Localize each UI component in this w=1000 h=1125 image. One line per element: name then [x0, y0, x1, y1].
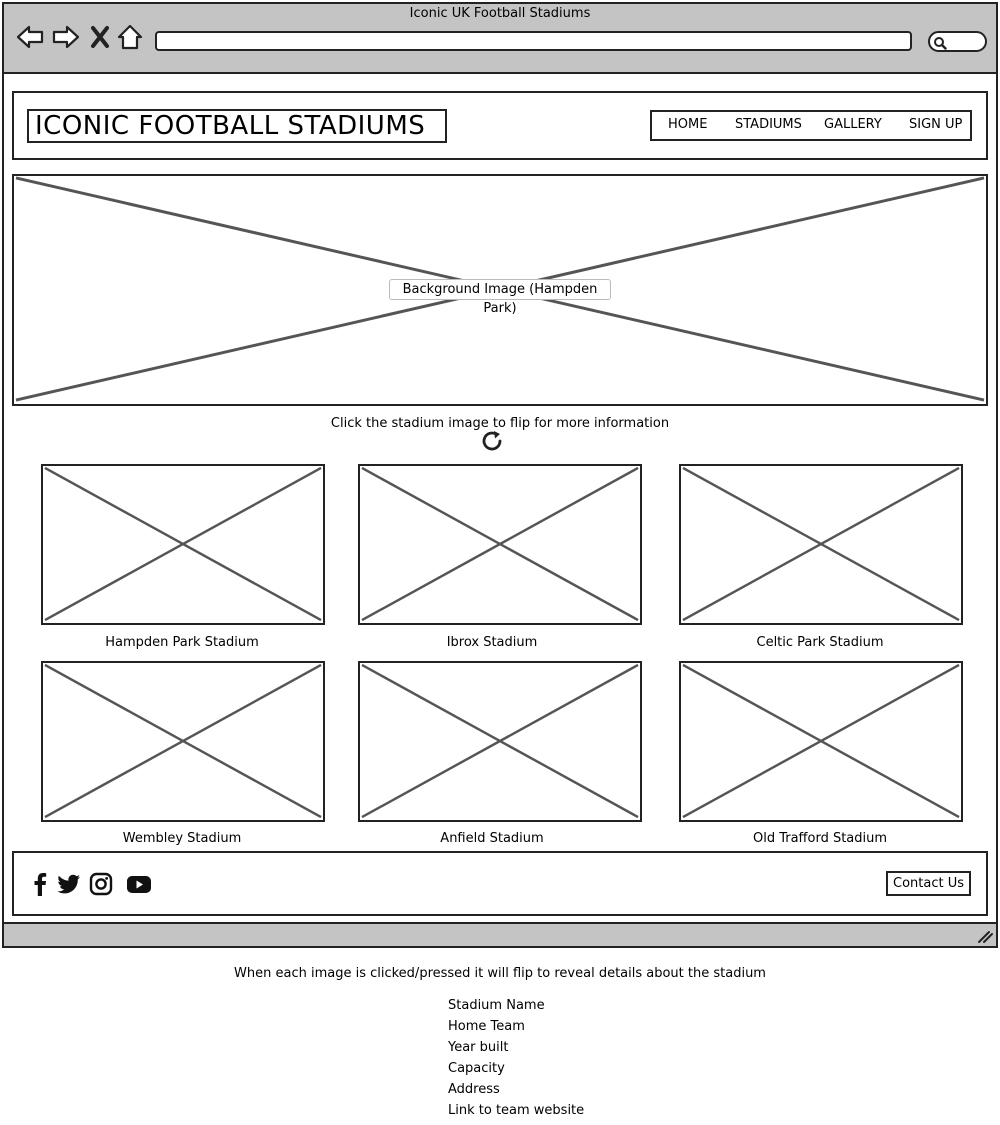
stadium-card-ibrox[interactable]: [358, 464, 642, 625]
youtube-icon[interactable]: [125, 871, 153, 897]
nav-sign-up[interactable]: SIGN UP: [909, 117, 962, 132]
nav-home[interactable]: HOME: [668, 117, 707, 132]
stadium-card-old-trafford[interactable]: [679, 661, 963, 822]
resize-grip-icon[interactable]: [976, 928, 994, 944]
detail-item: Link to team website: [448, 1103, 585, 1118]
nav-gallery[interactable]: GALLERY: [824, 117, 882, 132]
address-bar[interactable]: [155, 31, 912, 51]
facebook-icon[interactable]: [27, 871, 53, 897]
stadium-card-anfield[interactable]: [358, 661, 642, 822]
home-icon[interactable]: [115, 22, 145, 52]
browser-search-box[interactable]: [928, 31, 987, 52]
contact-us-button[interactable]: Contact Us: [886, 871, 971, 896]
nav-stadiums[interactable]: STADIUMS: [735, 117, 802, 132]
stadium-card-celtic-park[interactable]: [679, 464, 963, 625]
stadium-card-wembley[interactable]: [41, 661, 325, 822]
detail-item: Stadium Name: [448, 998, 545, 1013]
instagram-icon[interactable]: [88, 871, 114, 897]
search-icon: [934, 37, 947, 50]
detail-item: Address: [448, 1082, 500, 1097]
flip-details-note: When each image is clicked/pressed it wi…: [234, 966, 766, 981]
rotate-icon: [481, 429, 505, 453]
site-footer: [12, 851, 988, 916]
twitter-icon[interactable]: [56, 871, 82, 897]
stadium-caption: Old Trafford Stadium: [752, 831, 888, 846]
hero-image-label: Background Image (Hampden Park): [389, 279, 611, 316]
site-logo[interactable]: ICONIC FOOTBALL STADIUMS: [27, 109, 447, 143]
detail-item: Home Team: [448, 1019, 525, 1034]
back-arrow-icon[interactable]: [15, 22, 45, 52]
detail-item: Year built: [448, 1040, 509, 1055]
stadium-caption: Ibrox Stadium: [446, 635, 538, 650]
browser-status-bar: [2, 922, 998, 948]
stadium-caption: Hampden Park Stadium: [105, 635, 259, 650]
stadium-caption: Celtic Park Stadium: [756, 635, 884, 650]
stadium-card-hampden-park[interactable]: [41, 464, 325, 625]
stop-x-icon[interactable]: [86, 22, 114, 52]
stadium-caption: Anfield Stadium: [440, 831, 544, 846]
detail-item: Capacity: [448, 1061, 505, 1076]
stadium-caption: Wembley Stadium: [122, 831, 242, 846]
forward-arrow-icon[interactable]: [51, 22, 81, 52]
window-title: Iconic UK Football Stadiums: [409, 6, 591, 21]
